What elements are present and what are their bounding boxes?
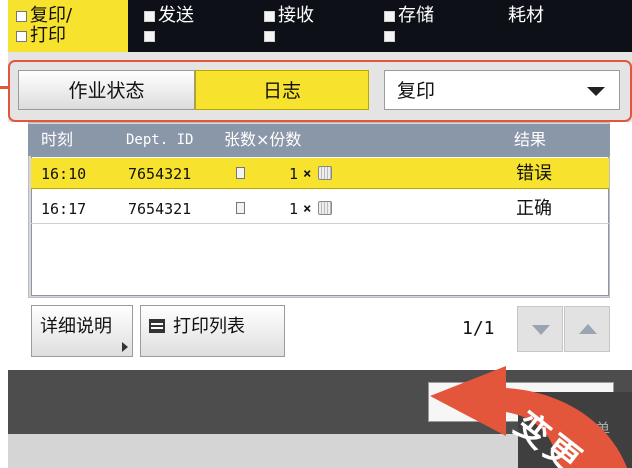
row-dept-id: 7654321 [128,165,192,183]
row-count: 1 [289,200,299,218]
row-dept-id: 7654321 [128,200,192,218]
arrow-up-icon [579,324,597,334]
tab-indicator-icon [264,31,275,42]
print-list-button[interactable]: 打印列表 [140,305,285,357]
tab-label: 接收 [278,5,314,26]
details-button[interactable]: 详细说明 [31,305,133,357]
tab-label-line2: 打印 [30,25,66,46]
row-time: 16:10 [41,165,87,183]
arrow-down-icon [532,325,550,335]
details-label: 详细说明 [40,316,112,337]
tab-indicator-icon [16,11,27,22]
tab-indicator-icon [16,31,27,42]
header-result: 结果 [514,130,547,149]
list-header: 时刻 Dept. ID 张数×份数 结果 [28,124,610,156]
tab-consumables[interactable]: 耗材 [496,0,632,52]
tab-receive[interactable]: 接收 [256,0,368,52]
tab-send[interactable]: 发送 [136,0,248,52]
row-result: 错误 [516,163,552,184]
tab-label: 耗材 [508,5,544,26]
tab-indicator-icon [264,11,275,22]
copies-icon [318,166,332,180]
row-time: 16:17 [41,200,87,218]
chevron-right-icon [122,342,128,352]
tab-indicator-icon [384,31,395,42]
copies-icon [318,201,332,215]
top-tab-bar: 复印/ 打印 发送 接收 存储 耗材 [8,0,632,52]
paper-icon [236,202,245,214]
row-count: 1 [289,165,299,183]
tab-label: 存储 [398,5,434,26]
tab-label: 复印/ [30,5,73,26]
scroll-up-button[interactable] [564,306,610,352]
list-icon [149,319,165,333]
tab-indicator-icon [384,11,395,22]
tab-indicator-icon [144,11,155,22]
times-icon: × [303,201,312,217]
tab-indicator-icon [144,31,155,42]
tab-store[interactable]: 存储 [376,0,488,52]
times-icon: × [303,166,312,182]
table-row[interactable]: 16:17 7654321 1 × 正确 [31,193,609,224]
scroll-down-button[interactable] [517,306,563,352]
tab-label: 发送 [158,5,194,26]
highlight-frame [8,60,632,122]
header-dept-id: Dept. ID [126,132,194,148]
print-list-label: 打印列表 [173,316,245,337]
tab-copy-print[interactable]: 复印/ 打印 [8,0,128,52]
page-indicator: 1/1 [462,318,495,339]
row-result: 正确 [516,198,552,219]
header-time: 时刻 [41,130,74,149]
table-row[interactable]: 16:10 7654321 1 × 错误 [31,158,609,189]
paper-icon [236,167,245,179]
header-copies: 张数×份数 [224,130,302,149]
